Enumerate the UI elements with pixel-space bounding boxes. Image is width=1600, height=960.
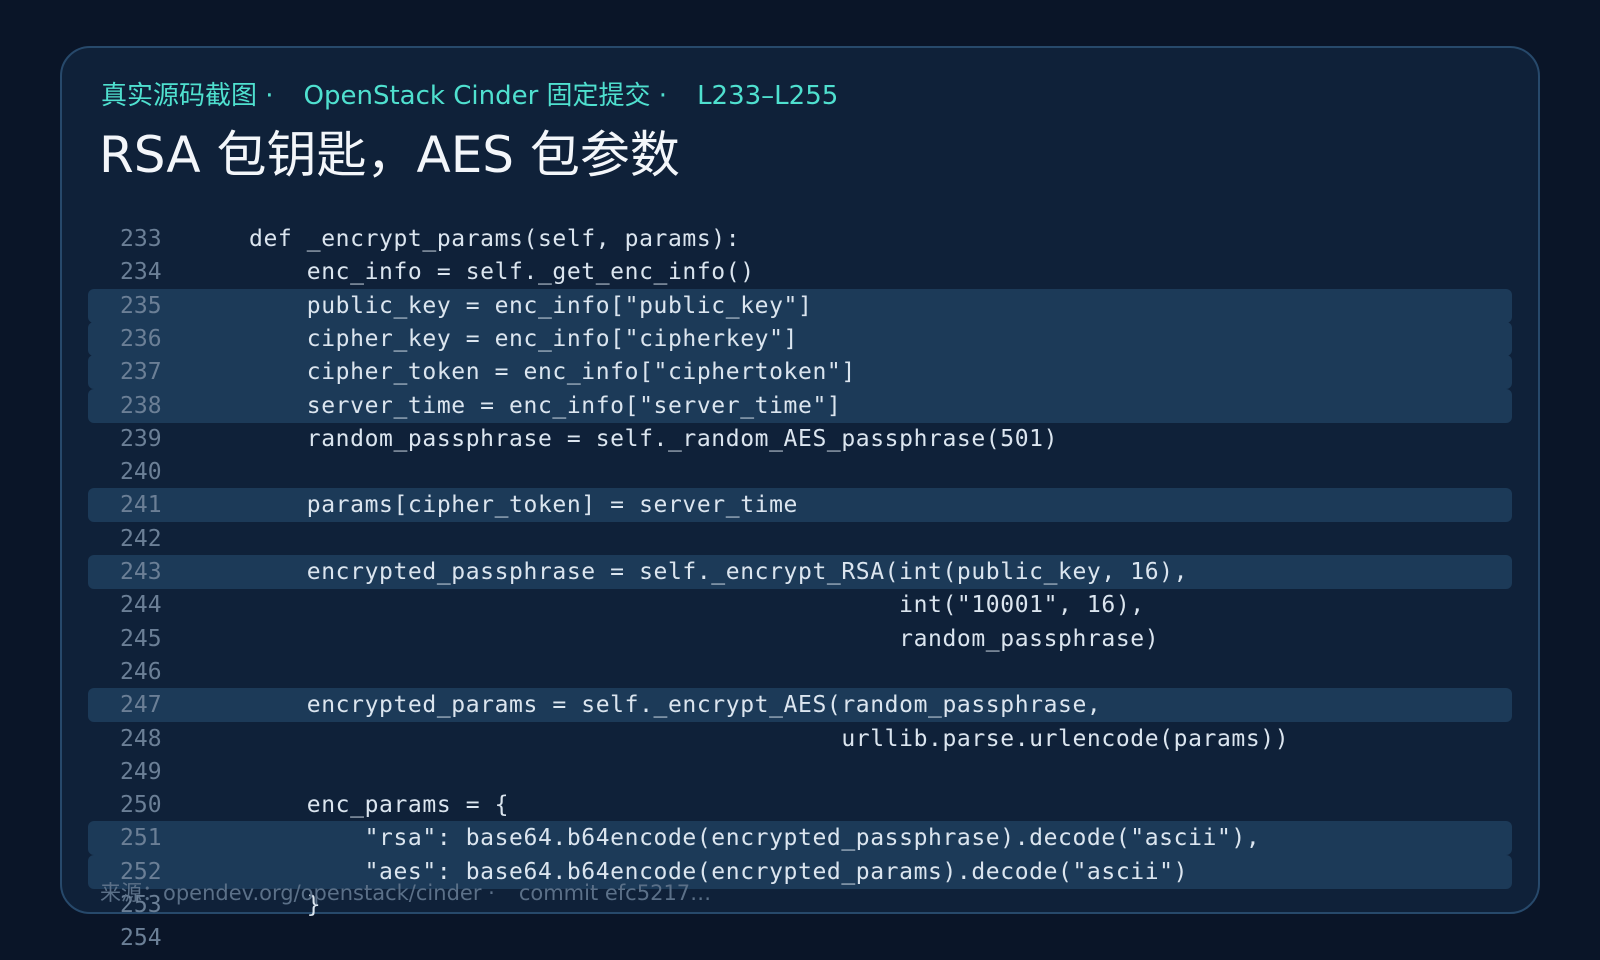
code-line: 235 public_key = enc_info["public_key"] — [0, 288, 1600, 323]
code-line: 254 — [0, 921, 1600, 955]
line-code: def _encrypt_params(self, params): — [249, 226, 741, 252]
code-line: 247 encrypted_params = self._encrypt_AES… — [0, 688, 1600, 723]
code-line: 246 — [0, 655, 1600, 689]
line-number: 239 — [120, 425, 162, 452]
code-line: 249 — [0, 755, 1600, 789]
line-code: cipher_token = enc_info["ciphertoken"] — [249, 359, 856, 386]
line-number: 246 — [120, 658, 162, 685]
footer-label: 来源： — [100, 881, 163, 905]
line-number: 254 — [120, 925, 162, 952]
source-caption: 真实源码截图 · OpenStack Cinder 固定提交 · L233–L255 — [101, 76, 838, 116]
line-code: public_key = enc_info["public_key"] — [249, 292, 813, 319]
line-number: 233 — [120, 226, 162, 252]
line-code: encrypted_passphrase = self._encrypt_RSA… — [249, 559, 1189, 585]
line-number: 238 — [120, 392, 162, 419]
line-code: int("10001", 16), — [249, 592, 1145, 619]
line-number: 242 — [120, 525, 162, 552]
line-number: 247 — [120, 692, 162, 719]
code-line: 236 cipher_key = enc_info["cipherkey"] — [0, 321, 1600, 356]
line-number: 240 — [120, 459, 162, 486]
code-line: 241 params[cipher_token] = server_time — [0, 488, 1600, 523]
code-line: 248 urllib.parse.urlencode(params)) — [0, 722, 1600, 756]
line-code: random_passphrase) — [249, 625, 1160, 652]
line-number: 243 — [120, 559, 162, 585]
code-line: 243 encrypted_passphrase = self._encrypt… — [0, 555, 1600, 589]
line-code: "rsa": base64.b64encode(encrypted_passph… — [249, 825, 1261, 852]
code-line: 233 def _encrypt_params(self, params): — [0, 222, 1600, 256]
line-code: enc_info = self._get_enc_info() — [249, 259, 755, 286]
line-code: server_time = enc_info["server_time"] — [249, 392, 842, 419]
page-title: RSA 包钥匙，AES 包参数 — [99, 126, 680, 184]
line-number: 235 — [120, 292, 162, 319]
code-line: 251 "rsa": base64.b64encode(encrypted_pa… — [0, 821, 1600, 856]
code-line: 240 — [0, 455, 1600, 489]
line-code: enc_params = { — [249, 792, 510, 819]
line-number: 237 — [120, 359, 162, 386]
code-line: 242 — [0, 522, 1600, 556]
code-line: 250 enc_params = { — [0, 788, 1600, 822]
source-kind-label: 真实源码截图 · — [101, 81, 274, 111]
repo-label: OpenStack Cinder 固定提交 · — [303, 81, 668, 111]
line-number: 250 — [120, 792, 162, 819]
footer-commit: commit efc5217… — [518, 881, 712, 905]
line-number: 249 — [120, 758, 162, 785]
line-code: cipher_key = enc_info["cipherkey"] — [249, 325, 798, 352]
code-line: 239 random_passphrase = self._random_AES… — [0, 422, 1600, 456]
code-line: 245 random_passphrase) — [0, 622, 1600, 656]
source-footer: 来源：opendev.org/openstack/cinder · commit … — [100, 877, 711, 909]
line-number: 241 — [120, 492, 162, 519]
line-code: random_passphrase = self._random_AES_pas… — [249, 425, 1059, 452]
line-number: 234 — [120, 259, 162, 286]
line-number: 236 — [120, 325, 162, 352]
code-line: 234 enc_info = self._get_enc_info() — [0, 255, 1600, 289]
code-line: 238 server_time = enc_info["server_time"… — [0, 388, 1600, 423]
line-code: params[cipher_token] = server_time — [249, 492, 798, 519]
line-number: 245 — [120, 625, 162, 652]
line-code: urllib.parse.urlencode(params)) — [249, 725, 1290, 752]
code-line: 244 int("10001", 16), — [0, 588, 1600, 622]
line-number: 248 — [120, 725, 162, 752]
code-line: 237 cipher_token = enc_info["ciphertoken… — [0, 355, 1600, 390]
line-number: 251 — [120, 825, 162, 852]
line-number: 244 — [120, 592, 162, 619]
line-range-label: L233–L255 — [697, 81, 839, 111]
line-code: encrypted_params = self._encrypt_AES(ran… — [249, 692, 1102, 719]
footer-url[interactable]: opendev.org/openstack/cinder · — [163, 877, 495, 909]
